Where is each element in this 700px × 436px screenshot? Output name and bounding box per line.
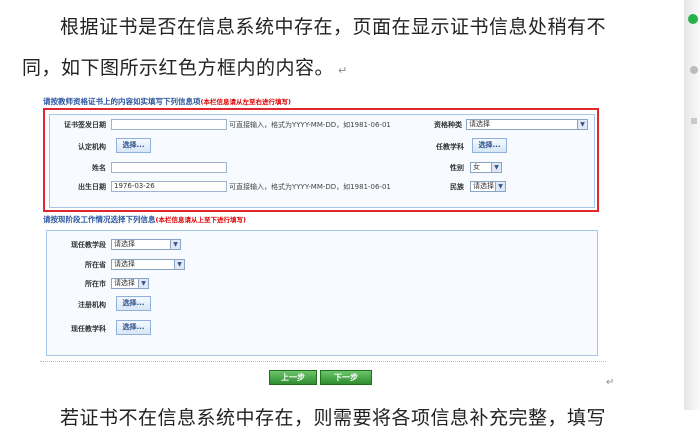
cert-date-input[interactable] — [111, 119, 227, 130]
qual-type-select[interactable]: 请选择 ▼ — [466, 119, 588, 130]
panel-square-icon — [691, 118, 697, 124]
doc-paragraph-1: 根据证书是否在信息系统中存在，页面在显示证书信息处稍有不 — [60, 12, 606, 39]
name-label: 姓名 — [92, 164, 106, 172]
section-title-text: 请按教师资格证书上的内容如实填写下列信息项 — [43, 97, 201, 106]
cert-org-label: 认定机构 — [78, 143, 106, 151]
section-title-cert: 请按教师资格证书上的内容如实填写下列信息项(本栏信息请从左至右进行填写) — [43, 96, 291, 107]
paragraph-text: 若证书不在信息系统中存在，则需要将各项信息补充完整，填写 — [60, 407, 607, 429]
section-title-work: 请按现阶段工作情况选择下列信息(本栏信息请从上至下进行填写) — [43, 214, 246, 225]
birth-date-input[interactable]: 1976-03-26 — [111, 181, 227, 192]
chevron-down-icon: ▼ — [170, 240, 180, 249]
select-value: 请选择 — [114, 260, 135, 268]
cur-subject-pick-button[interactable]: 选择... — [116, 320, 151, 335]
select-value: 请选择 — [114, 240, 135, 248]
select-value: 女 — [473, 163, 480, 171]
province-label: 所在省 — [85, 261, 106, 269]
qual-type-label: 资格种类 — [434, 121, 462, 129]
subject-label: 任教学科 — [436, 143, 464, 151]
paragraph-text: 同，如下图所示红色方框内的内容。 — [22, 57, 335, 79]
select-value: 请选择 — [114, 279, 135, 287]
next-step-button[interactable]: 下一步 — [320, 370, 372, 385]
divider — [40, 361, 606, 362]
stage-label: 现任教学段 — [71, 241, 106, 249]
cert-org-pick-button[interactable]: 选择... — [116, 138, 151, 153]
embedded-form-screenshot: 请按教师资格证书上的内容如实填写下列信息项(本栏信息请从左至右进行填写) 证书签… — [40, 95, 614, 388]
select-value: 请选择 — [473, 182, 494, 190]
subject-pick-button[interactable]: 选择... — [472, 138, 507, 153]
chevron-down-icon: ▼ — [174, 260, 184, 269]
paragraph-mark-icon: ↵ — [338, 64, 348, 77]
ethnic-label: 民族 — [450, 183, 464, 191]
ethnic-select[interactable]: 请选择 ▼ — [470, 181, 506, 192]
birth-date-label: 出生日期 — [78, 183, 106, 191]
doc-paragraph-3: 若证书不在信息系统中存在，则需要将各项信息补充完整，填写 — [60, 403, 606, 430]
gender-select[interactable]: 女 ▼ — [470, 162, 502, 173]
panel-dot-icon — [690, 66, 698, 74]
cert-date-label: 证书签发日期 — [64, 121, 106, 129]
section-note: (本栏信息请从左至右进行填写) — [200, 98, 291, 106]
chevron-down-icon: ▼ — [495, 182, 505, 191]
cur-subject-label: 现任教学科 — [71, 325, 106, 333]
side-panel — [684, 0, 700, 410]
select-value: 请选择 — [469, 120, 490, 128]
chevron-down-icon: ▼ — [577, 120, 587, 129]
section-note: (本栏信息请从上至下进行填写) — [155, 216, 246, 224]
stage-select[interactable]: 请选择 ▼ — [111, 239, 181, 250]
gender-label: 性别 — [450, 164, 464, 172]
section-title-text: 请按现阶段工作情况选择下列信息 — [43, 215, 156, 224]
prev-step-button[interactable]: 上一步 — [269, 370, 317, 385]
chevron-down-icon: ▼ — [491, 163, 501, 172]
reg-org-pick-button[interactable]: 选择... — [116, 296, 151, 311]
paragraph-mark-icon: ↵ — [606, 377, 615, 388]
paragraph-text: 根据证书是否在信息系统中存在，页面在显示证书信息处稍有不 — [60, 16, 607, 38]
province-select[interactable]: 请选择 ▼ — [111, 259, 185, 270]
city-label: 所在市 — [85, 280, 106, 288]
reg-org-label: 注册机构 — [78, 301, 106, 309]
name-input[interactable] — [111, 162, 227, 173]
date-format-hint: 可直接输入，格式为YYYY-MM-DD，如1981-06-01 — [229, 183, 391, 191]
chevron-down-icon: ▼ — [138, 279, 148, 288]
date-format-hint: 可直接输入，格式为YYYY-MM-DD，如1981-06-01 — [229, 121, 391, 129]
status-dot-icon[interactable] — [688, 14, 698, 24]
doc-paragraph-2: 同，如下图所示红色方框内的内容。 ↵ — [22, 53, 348, 80]
city-select[interactable]: 请选择 ▼ — [111, 278, 149, 289]
